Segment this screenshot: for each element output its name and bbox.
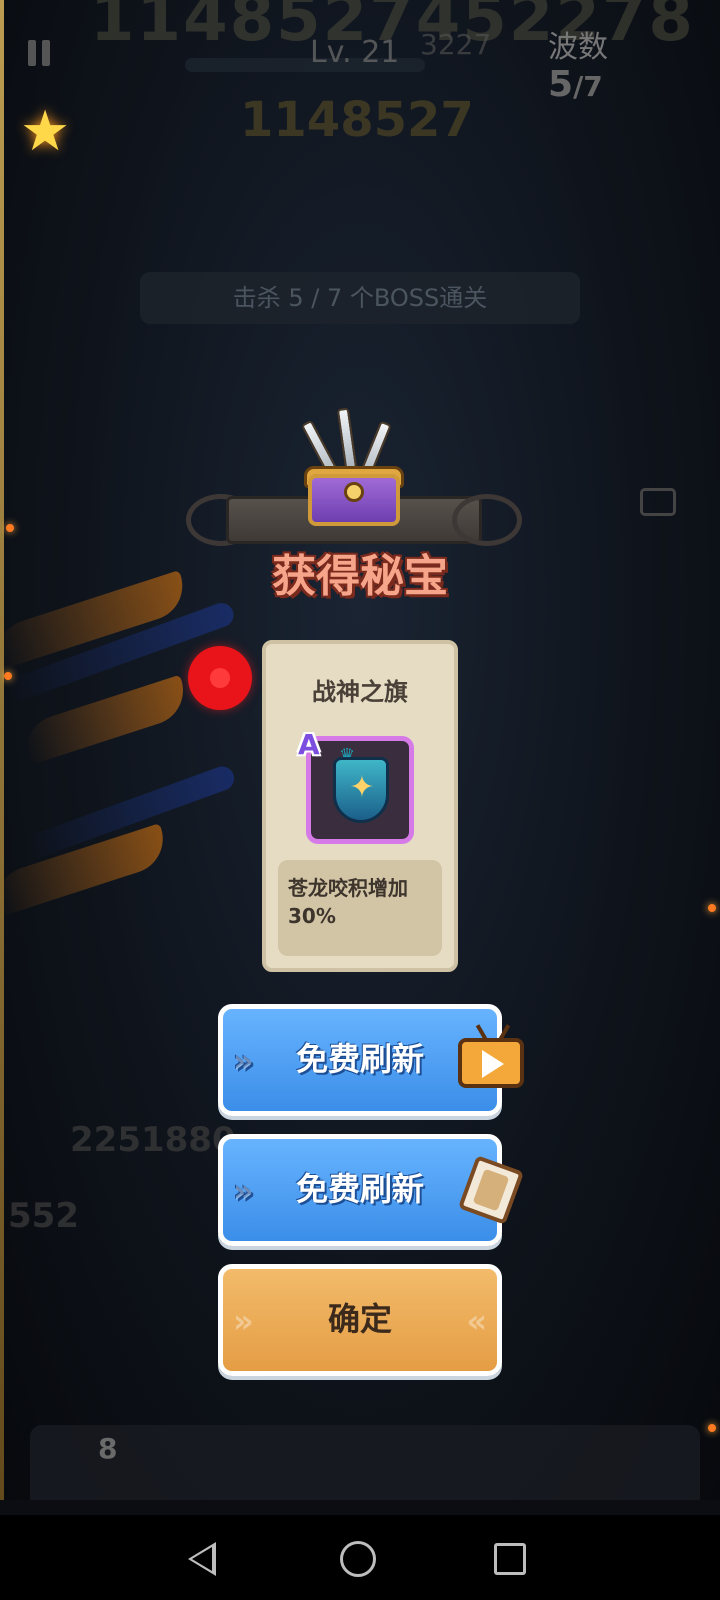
wave-current: 5	[548, 64, 574, 105]
button-label: 免费刷新	[295, 1170, 424, 1208]
ember-particle	[708, 1424, 716, 1432]
secondary-score: 3227	[420, 28, 492, 61]
confirm-button[interactable]: » 确定 «	[218, 1264, 502, 1376]
dock-counter: 8	[98, 1432, 118, 1465]
chevron-left-icon: «	[466, 1302, 487, 1340]
treasure-name: 战神之旗	[312, 678, 408, 706]
pause-icon[interactable]	[28, 40, 60, 68]
video-play-icon	[458, 1024, 524, 1088]
wave-counter: 5/7	[548, 64, 603, 105]
ember-particle	[4, 672, 12, 680]
android-navigation-bar	[0, 1515, 720, 1600]
chevron-right-icon: »	[233, 1302, 254, 1340]
ember-particle	[708, 904, 716, 912]
modal-title: 获得秘宝	[272, 551, 448, 602]
wave-label: 波数	[548, 30, 608, 65]
recents-icon[interactable]	[494, 1543, 526, 1575]
background-damage-number: 2251880	[70, 1120, 236, 1160]
treasure-description: 苍龙咬积增加30%	[288, 876, 408, 928]
treasure-card[interactable]: 战神之旗 ♛ ✦ A 苍龙咬积增加30%	[262, 640, 458, 972]
background-damage-number: 552	[8, 1196, 79, 1236]
treasure-item-frame: ♛ ✦	[306, 736, 414, 844]
lock-icon	[344, 482, 364, 502]
button-label: 确定	[327, 1300, 392, 1338]
screen-edge-glow	[0, 0, 4, 1500]
free-refresh-card-button[interactable]: » 免费刷新	[218, 1134, 502, 1246]
wave-total: /7	[573, 70, 603, 103]
ember-particle	[6, 524, 14, 532]
chevron-right-icon: »	[233, 1172, 254, 1210]
tv-icon	[640, 488, 676, 516]
rarity-badge: A	[298, 728, 320, 761]
banner-curl-right	[452, 494, 522, 546]
treasure-description-box: 苍龙咬积增加30%	[278, 860, 442, 956]
back-icon[interactable]	[188, 1539, 228, 1579]
star-emblem-icon: ✦	[349, 770, 375, 805]
star-icon[interactable]: ★	[20, 102, 80, 162]
record-dot-icon[interactable]	[188, 646, 252, 710]
player-level: Lv. 21	[310, 35, 400, 70]
skill-dock	[30, 1425, 700, 1500]
objective-banner: 击杀 5 / 7 个BOSS通关	[140, 272, 580, 324]
button-label: 免费刷新	[295, 1040, 424, 1078]
home-icon[interactable]	[340, 1541, 376, 1577]
score-counter: 1148527	[240, 92, 474, 148]
treasure-chest-icon	[300, 407, 408, 528]
chevron-right-icon: »	[233, 1042, 254, 1080]
